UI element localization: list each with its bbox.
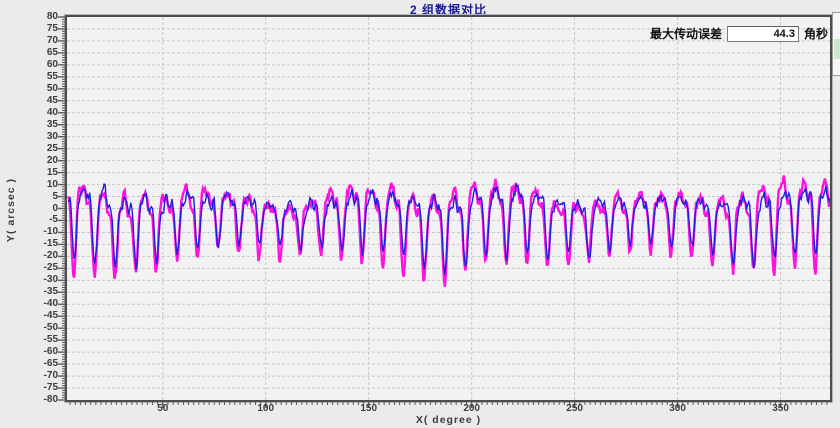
y-tick-label: 30 bbox=[0, 131, 58, 143]
y-tick-label: 50 bbox=[0, 83, 58, 95]
x-tick-label: 250 bbox=[545, 403, 605, 415]
y-tick-label: 60 bbox=[0, 59, 58, 71]
max-error-unit-label: 角秒 bbox=[804, 25, 828, 42]
y-tick-label: 75 bbox=[0, 23, 58, 35]
y-tick-label: -80 bbox=[0, 394, 58, 406]
x-tick-label: 50 bbox=[133, 403, 193, 415]
y-tick-label: 25 bbox=[0, 143, 58, 155]
y-tick-label: 0 bbox=[0, 203, 58, 215]
y-tick-label: -40 bbox=[0, 298, 58, 310]
y-tick-label: -5 bbox=[0, 214, 58, 226]
x-tick-label: 100 bbox=[236, 403, 296, 415]
y-tick-label: -15 bbox=[0, 238, 58, 250]
y-tick-label: 70 bbox=[0, 35, 58, 47]
clipped-side-panel bbox=[832, 12, 840, 76]
y-tick-label: -50 bbox=[0, 322, 58, 334]
clipped-side-panel-green-block bbox=[834, 39, 840, 59]
x-tick-label: 150 bbox=[339, 403, 399, 415]
y-tick-label: -45 bbox=[0, 310, 58, 322]
y-tick-label: 35 bbox=[0, 119, 58, 131]
x-axis-title: X( degree ) bbox=[67, 414, 830, 426]
chart-canvas bbox=[0, 0, 840, 428]
x-tick-label: 350 bbox=[751, 403, 811, 415]
y-tick-label: -25 bbox=[0, 262, 58, 274]
max-error-value-field[interactable] bbox=[727, 26, 799, 42]
x-tick-label: 300 bbox=[648, 403, 708, 415]
transmission-error-chart-window: 2 组数据对比 Y( arcsec ) X( degree ) 最大传动误差 角… bbox=[0, 0, 840, 428]
y-tick-label: 10 bbox=[0, 179, 58, 191]
y-tick-label: 55 bbox=[0, 71, 58, 83]
y-tick-label: 45 bbox=[0, 95, 58, 107]
y-tick-label: -30 bbox=[0, 274, 58, 286]
y-tick-label: -70 bbox=[0, 370, 58, 382]
y-tick-label: 15 bbox=[0, 167, 58, 179]
y-tick-label: -10 bbox=[0, 226, 58, 238]
y-tick-label: 20 bbox=[0, 155, 58, 167]
y-tick-label: 65 bbox=[0, 47, 58, 59]
max-error-readout: 最大传动误差 角秒 bbox=[650, 25, 828, 42]
y-tick-label: -65 bbox=[0, 358, 58, 370]
x-tick-label: 200 bbox=[442, 403, 502, 415]
y-tick-label: -20 bbox=[0, 250, 58, 262]
y-tick-label: 40 bbox=[0, 107, 58, 119]
y-tick-label: -60 bbox=[0, 346, 58, 358]
y-tick-label: 80 bbox=[0, 11, 58, 23]
y-tick-label: -75 bbox=[0, 382, 58, 394]
max-error-label: 最大传动误差 bbox=[650, 25, 722, 42]
y-tick-label: 5 bbox=[0, 191, 58, 203]
y-tick-label: -35 bbox=[0, 286, 58, 298]
y-tick-label: -55 bbox=[0, 334, 58, 346]
